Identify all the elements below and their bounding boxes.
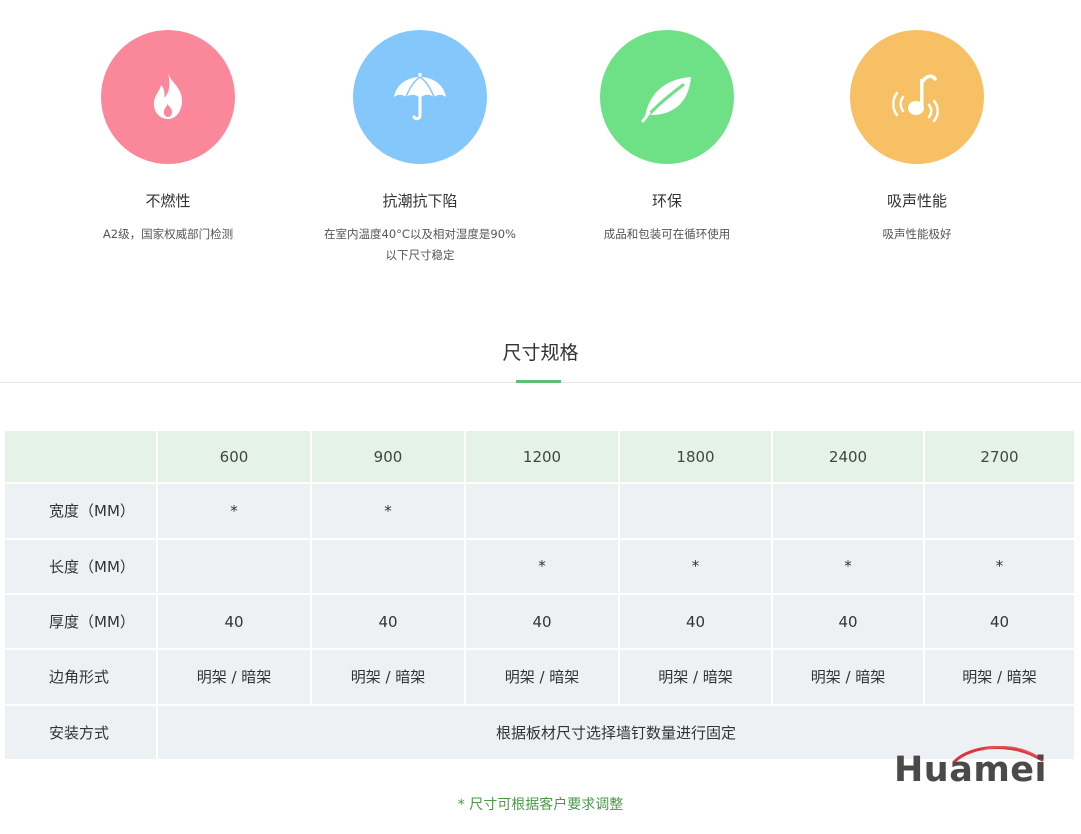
table-cell: 40 [464,592,620,651]
huamei-logo: Huamei [894,742,1048,802]
table-header-row: 600 900 1200 1800 2400 2700 [3,428,1076,485]
feature-circle [850,30,984,164]
feature-circle [600,30,734,164]
table-cell [156,537,312,595]
table-cell: * [464,537,620,595]
table-cell: * [156,482,312,540]
table-cell: 明架 / 暗架 [310,648,466,706]
spec-table: 600 900 1200 1800 2400 2700 宽度（MM） * * 长… [3,428,1076,762]
feature-circle [101,30,235,164]
feature-title: 抗潮抗下陷 [382,192,458,210]
table-row: 宽度（MM） * * [3,482,1076,540]
row-label: 厚度（MM） [3,592,158,651]
row-label: 边角形式 [3,648,158,706]
table-header-cell: 2700 [923,428,1076,485]
fire-icon [153,73,182,119]
table-header-cell: 900 [310,428,466,485]
row-label: 长度（MM） [3,537,158,595]
table-cell: 明架 / 暗架 [771,648,925,706]
feature-title: 环保 [651,192,682,210]
table-cell [771,482,925,540]
table-cell: 明架 / 暗架 [923,648,1076,706]
section-title: 尺寸规格 [502,342,579,364]
feature-title: 吸声性能 [886,192,947,210]
table-header-corner [3,428,158,485]
table-cell [464,482,620,540]
table-cell: 40 [771,592,925,651]
table-cell: * [618,537,773,595]
feature-desc: 成品和包装可在循环使用 [603,227,731,241]
table-row: 边角形式 明架 / 暗架 明架 / 暗架 明架 / 暗架 明架 / 暗架 明架 … [3,648,1076,706]
logo-text: Huamei [894,750,1048,790]
table-header-cell: 1800 [618,428,773,485]
leaf-icon [641,77,691,123]
table-header-cell: 600 [156,428,312,485]
music-note-icon [892,74,939,123]
table-row: 长度（MM） * * * * [3,537,1076,595]
section-title-underline [516,380,561,383]
feature-title: 不燃性 [145,192,191,210]
table-cell: 明架 / 暗架 [618,648,773,706]
table-cell: 40 [156,592,312,651]
row-label: 安装方式 [3,703,158,762]
table-cell: 40 [923,592,1076,651]
row-label: 宽度（MM） [3,482,158,540]
table-row: 厚度（MM） 40 40 40 40 40 40 [3,592,1076,651]
feature-desc: 吸声性能极好 [882,227,952,241]
table-cell: 明架 / 暗架 [464,648,620,706]
table-cell: * [771,537,925,595]
table-cell: 40 [618,592,773,651]
table-cell: * [310,482,466,540]
table-header-cell: 1200 [464,428,620,485]
table-cell: 40 [310,592,466,651]
table-header-cell: 2400 [771,428,925,485]
feature-desc: A2级，国家权威部门检测 [102,227,234,241]
table-cell [923,482,1076,540]
feature-desc: 在室内温度40°C以及相对湿度是90%以下尺寸稳定 [324,227,516,262]
umbrella-icon [394,73,446,121]
table-cell [618,482,773,540]
table-cell: 明架 / 暗架 [156,648,312,706]
table-cell [310,537,466,595]
table-cell: * [923,537,1076,595]
feature-circle [353,30,487,164]
